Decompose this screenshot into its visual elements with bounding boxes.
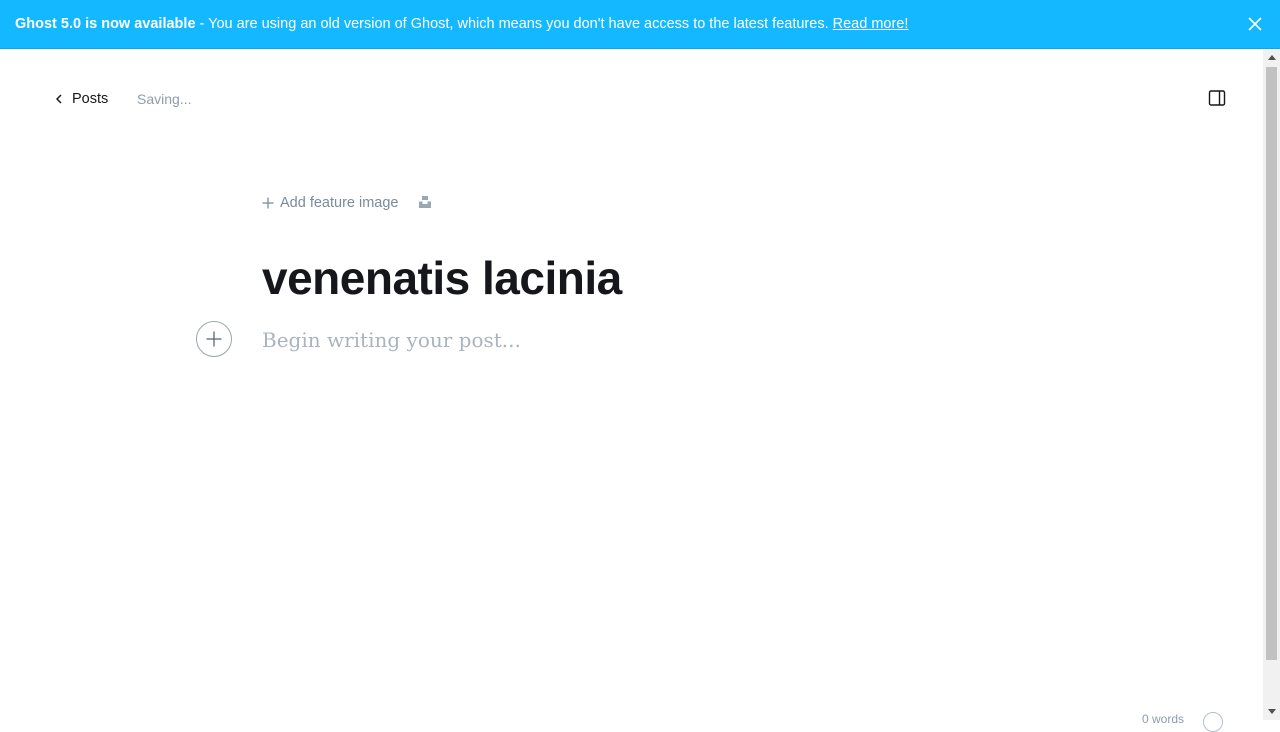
chevron-left-icon: [56, 94, 62, 104]
banner-text: Ghost 5.0 is now available - You are usi…: [15, 15, 908, 33]
help-button[interactable]: [1203, 712, 1223, 732]
plus-icon: [262, 197, 274, 209]
banner-message: - You are using an old version of Ghost,…: [195, 16, 833, 32]
sidebar-toggle-icon: [1208, 90, 1226, 106]
unsplash-button[interactable]: [418, 195, 432, 209]
add-feature-image-button[interactable]: Add feature image: [262, 194, 399, 212]
arrow-up-icon: [1267, 55, 1276, 60]
post-title[interactable]: venenatis lacinia: [262, 248, 622, 308]
banner-headline: Ghost 5.0 is now available: [15, 16, 196, 32]
save-status: Saving...: [137, 91, 192, 107]
close-banner-button[interactable]: [1248, 17, 1262, 31]
close-icon: [1248, 17, 1262, 31]
word-count: 0 words: [1142, 712, 1185, 726]
unsplash-icon: [419, 196, 431, 208]
back-label: Posts: [72, 91, 109, 107]
vertical-scrollbar[interactable]: [1263, 49, 1280, 720]
post-body-editor[interactable]: Begin writing your post...: [262, 326, 521, 354]
add-card-button[interactable]: [196, 321, 232, 357]
back-to-posts-link[interactable]: Posts: [56, 89, 108, 109]
post-settings-toggle-button[interactable]: [1208, 89, 1226, 107]
arrow-down-icon: [1267, 709, 1276, 714]
scroll-down-button[interactable]: [1263, 703, 1280, 720]
upgrade-notification-banner: Ghost 5.0 is now available - You are usi…: [0, 0, 1280, 49]
scroll-up-button[interactable]: [1263, 49, 1280, 66]
scroll-thumb[interactable]: [1266, 67, 1277, 660]
read-more-link[interactable]: Read more!: [833, 16, 909, 32]
add-feature-image-label: Add feature image: [280, 195, 399, 211]
plus-icon: [206, 331, 222, 347]
